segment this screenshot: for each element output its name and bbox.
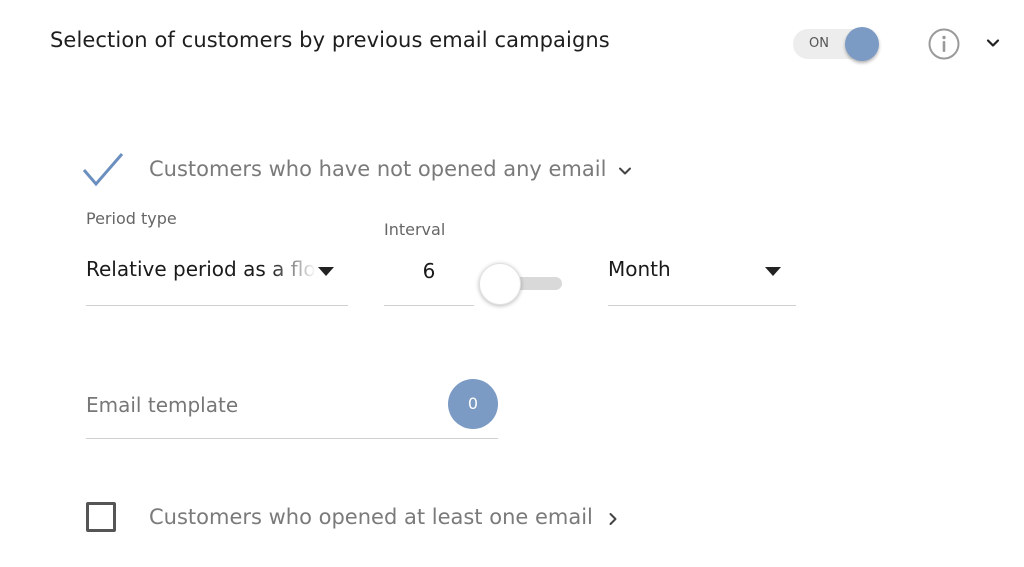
section-toggle[interactable]: ON bbox=[793, 27, 881, 61]
option-opened-label[interactable]: Customers who opened at least one email bbox=[149, 505, 593, 529]
interval-field[interactable] bbox=[384, 250, 474, 306]
email-template-input[interactable] bbox=[86, 388, 426, 422]
caret-down-icon bbox=[765, 267, 781, 276]
period-type-select[interactable]: Relative period as a floating bbox=[86, 250, 348, 306]
toggle-knob bbox=[845, 27, 879, 61]
interval-switch[interactable] bbox=[478, 262, 564, 305]
caret-down-icon bbox=[318, 267, 334, 276]
toggle-label: ON bbox=[809, 36, 829, 51]
checkmark-icon[interactable] bbox=[80, 150, 126, 190]
period-type-caption: Period type bbox=[86, 209, 177, 228]
chevron-right-icon[interactable] bbox=[604, 510, 622, 528]
chevron-down-icon[interactable] bbox=[616, 162, 634, 180]
info-icon[interactable] bbox=[928, 28, 960, 60]
period-unit-select[interactable]: Month bbox=[608, 250, 796, 306]
section-title: Selection of customers by previous email… bbox=[50, 28, 610, 52]
period-type-value: Relative period as a floating bbox=[86, 257, 316, 281]
switch-knob bbox=[479, 263, 521, 305]
campaign-selection-panel: Selection of customers by previous email… bbox=[0, 0, 1024, 567]
interval-caption: Interval bbox=[384, 220, 446, 239]
chevron-down-icon[interactable] bbox=[984, 34, 1002, 52]
option-not-opened-label[interactable]: Customers who have not opened any email bbox=[149, 157, 606, 181]
option-opened-checkbox[interactable] bbox=[86, 502, 116, 532]
period-unit-value: Month bbox=[608, 257, 671, 281]
email-template-field[interactable]: 0 bbox=[86, 378, 498, 439]
template-count-badge[interactable]: 0 bbox=[448, 379, 498, 429]
interval-input[interactable] bbox=[384, 254, 474, 288]
